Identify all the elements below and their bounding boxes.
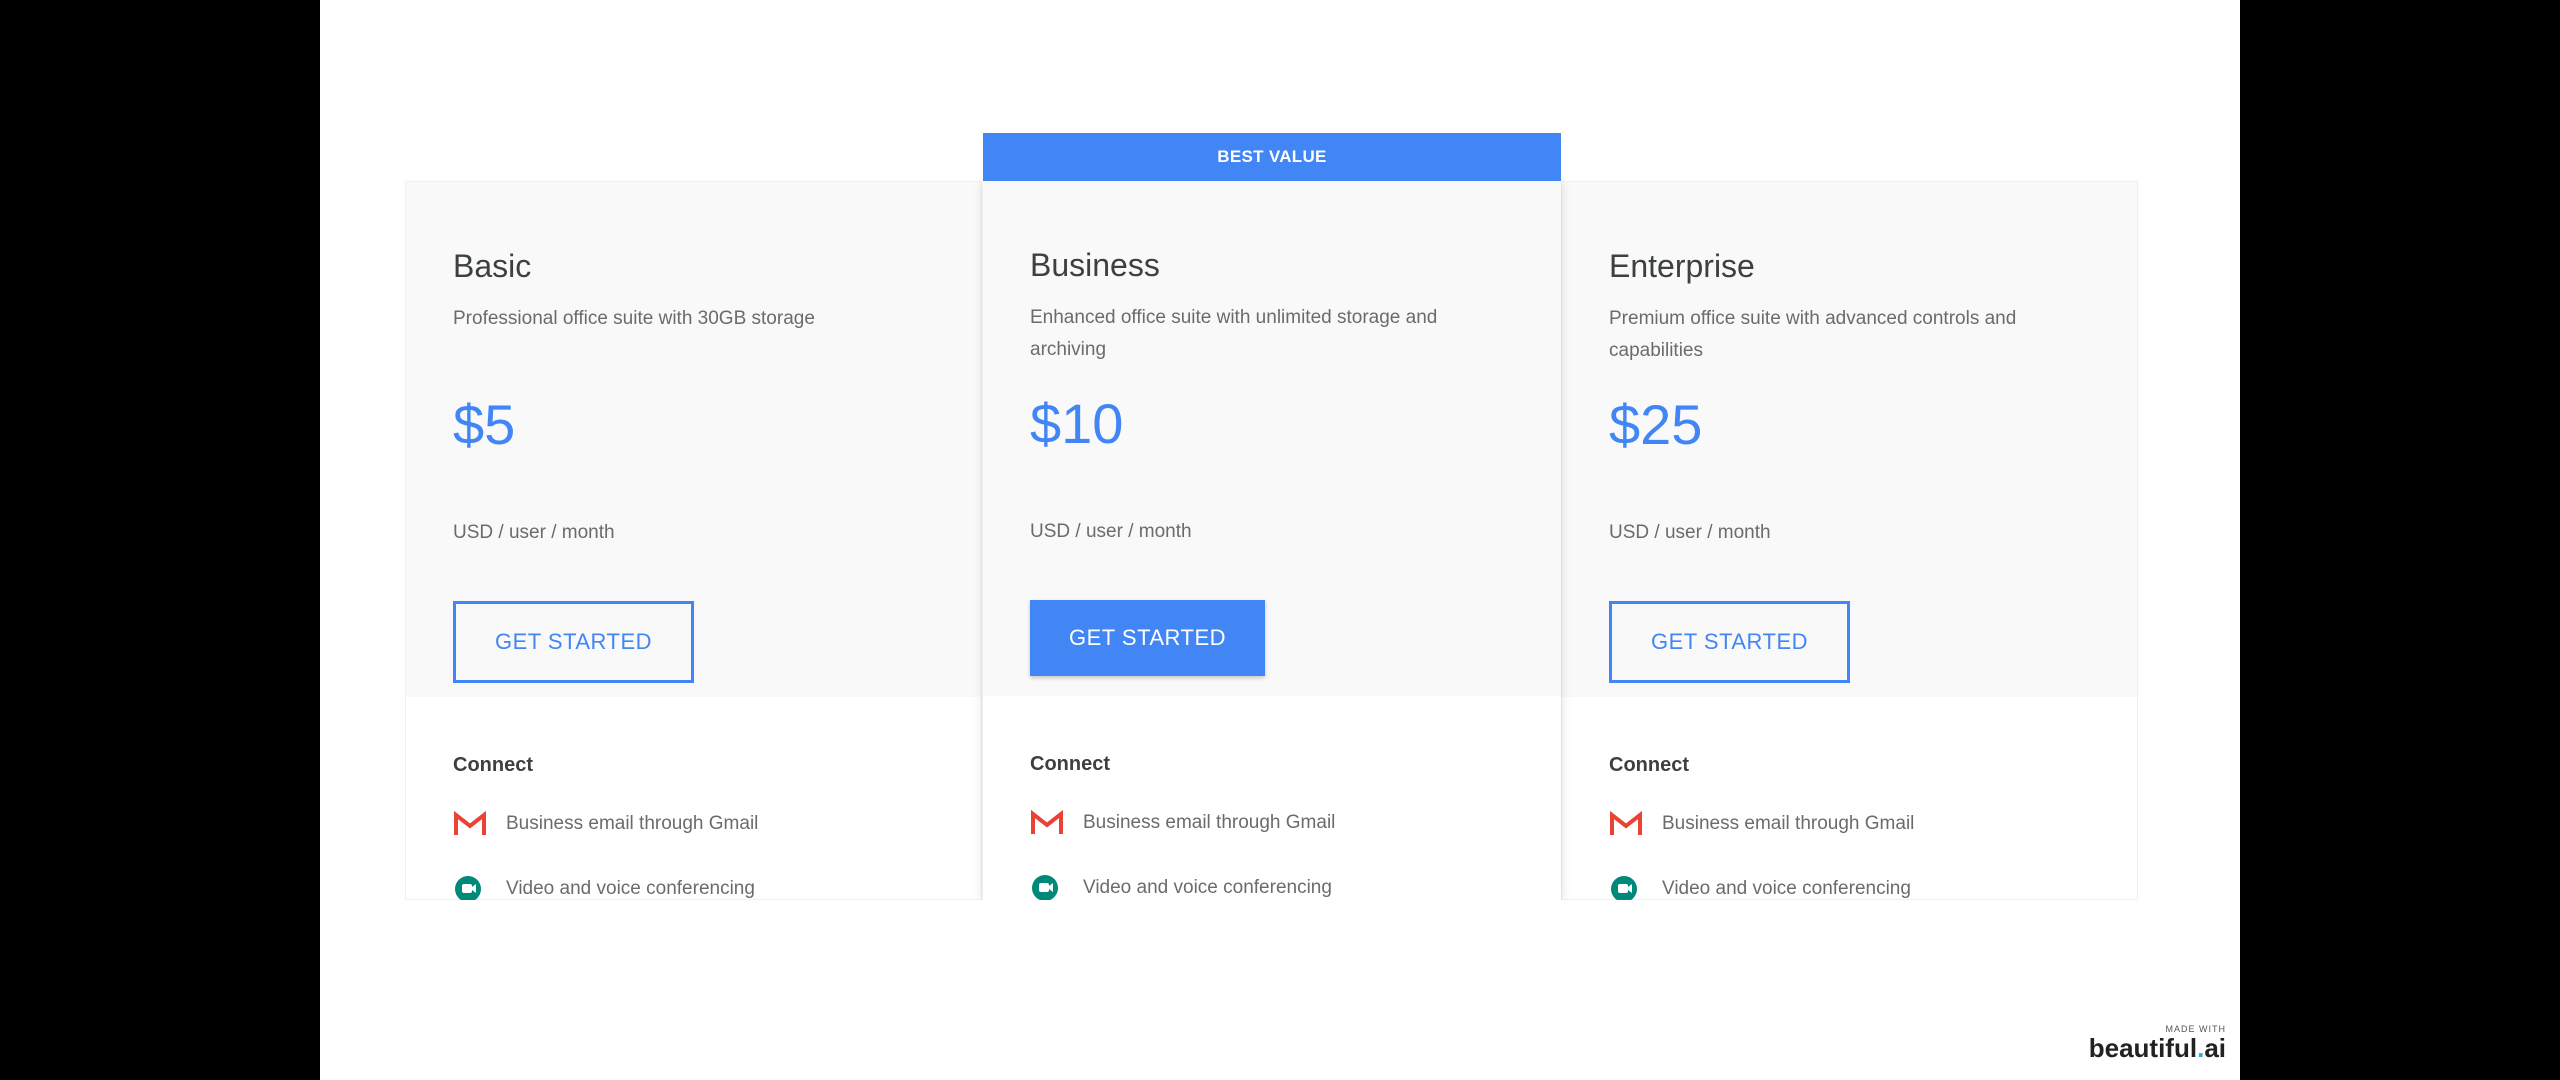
plan-description: Enhanced office suite with unlimited sto… [1030,307,1438,360]
pricing-table: BEST VALUE Basic Professional office sui… [405,133,2138,900]
plan-price-unit: USD / user / month [1609,522,1771,543]
feature-item: Business email through Gmail [453,809,758,839]
plan-description: Premium office suite with advanced contr… [1609,308,2017,361]
meet-icon [1611,876,1637,900]
feature-label: Video and voice conferencing [1662,878,1911,899]
brand-suffix: ai [2204,1033,2226,1063]
feature-item: Business email through Gmail [1030,808,1335,838]
plan-price-unit: USD / user / month [1030,521,1192,542]
brand-logo: beautiful.ai [2089,1034,2226,1062]
plan-features-area [1562,697,2137,899]
get-started-button-business[interactable]: GET STARTED [1030,600,1265,676]
feature-item: Video and voice conferencing [453,874,755,900]
feature-section-title: Connect [453,754,533,776]
feature-label: Business email through Gmail [506,813,759,834]
gmail-icon [1031,809,1063,834]
feature-section-title: Connect [1609,754,1689,776]
made-with-watermark: MADE WITH beautiful.ai [2089,1024,2226,1062]
feature-label: Video and voice conferencing [506,878,755,899]
plan-name: Enterprise [1609,248,1755,284]
get-started-button-basic[interactable]: GET STARTED [453,601,694,683]
plan-price-unit: USD / user / month [453,522,615,543]
feature-section-title: Connect [1030,753,1110,775]
plan-features-area [406,697,981,899]
gmail-icon [1610,810,1642,835]
plan-features-area [983,696,1561,900]
plan-name: Basic [453,248,532,284]
get-started-button-enterprise[interactable]: GET STARTED [1609,601,1850,683]
feature-label: Business email through Gmail [1662,813,1915,834]
plan-price: $5 [453,393,516,456]
feature-label: Business email through Gmail [1083,812,1336,833]
plan-card-basic: Basic Professional office suite with 30G… [405,181,982,900]
gmail-icon [454,810,486,835]
best-value-ribbon: BEST VALUE [983,133,1561,181]
feature-label: Video and voice conferencing [1083,877,1332,898]
plan-price: $10 [1030,392,1124,455]
meet-icon [1032,875,1058,900]
meet-icon [455,876,481,900]
feature-item: Business email through Gmail [1609,809,1914,839]
plan-description: Professional office suite with 30GB stor… [453,308,815,329]
plan-price: $25 [1609,393,1703,456]
plan-name: Business [1030,247,1160,283]
slide: BEST VALUE Basic Professional office sui… [320,0,2240,1080]
plan-card-enterprise: Enterprise Premium office suite with adv… [1561,181,2138,900]
brand-name: beautiful [2088,1033,2198,1063]
feature-item: Video and voice conferencing [1030,873,1332,900]
plan-card-business: Business Enhanced office suite with unli… [983,181,1561,900]
feature-item: Video and voice conferencing [1609,874,1911,900]
